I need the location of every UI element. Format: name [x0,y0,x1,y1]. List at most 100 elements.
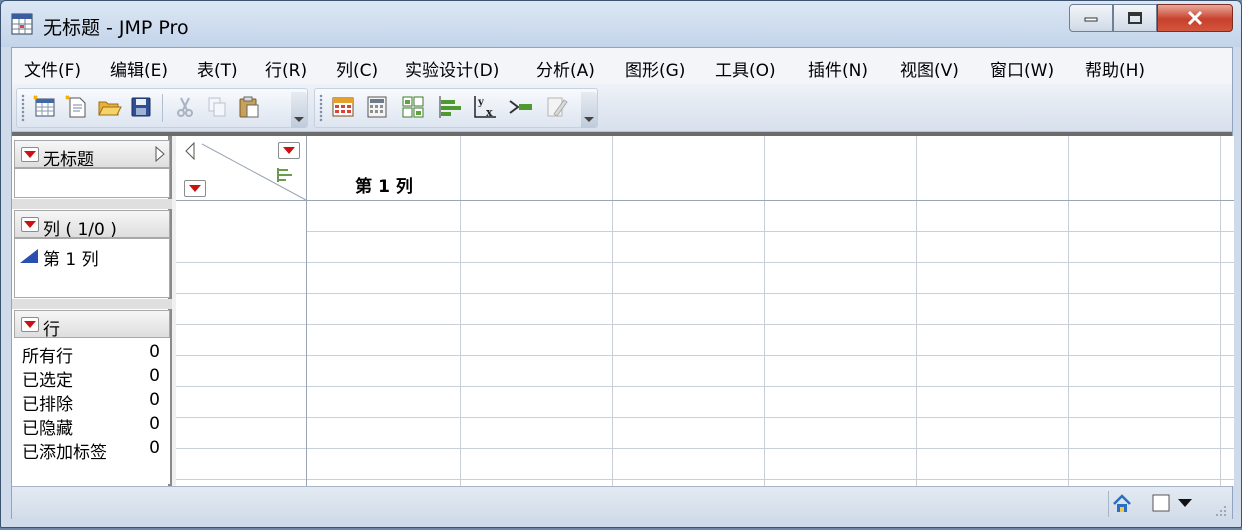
row-stat-value: 0 [149,342,160,362]
toolbar-grip[interactable] [21,94,25,122]
expand-right-icon[interactable] [155,146,165,162]
window-list-icon[interactable] [1152,494,1172,514]
columns-hotspot-grid[interactable] [278,142,300,159]
chevron-down-icon [294,117,304,122]
menu-cols[interactable]: 列(C) [336,56,378,81]
menu-doe[interactable]: 实验设计(D) [405,56,499,81]
fit-model-button[interactable] [508,94,534,120]
menu-file[interactable]: 文件(F) [24,56,81,81]
row-stat-label: 所有行 [22,347,73,367]
maximize-icon [1128,12,1142,24]
jmp-app-icon[interactable] [11,13,33,35]
distribution-button[interactable] [436,94,462,120]
menu-analyze[interactable]: 分析(A) [536,56,595,81]
data-table-button[interactable] [330,94,356,120]
fit-y-by-x-button[interactable]: y x [472,94,498,120]
edit-script-icon [547,97,568,117]
menu-graph[interactable]: 图形(G) [625,56,685,81]
toolbar-overflow-button[interactable] [581,92,597,128]
rows-hotspot[interactable] [21,317,39,332]
cut-button[interactable] [172,94,198,120]
columns-list: 第 1 列 [14,238,170,298]
new-data-table-icon [33,95,55,117]
copy-icon [208,97,226,117]
rows-label: 行 [43,320,60,340]
table-panel-header[interactable]: 无标题 [14,140,170,170]
menu-edit[interactable]: 编辑(E) [110,56,168,81]
new-script-icon [65,95,86,118]
column-header[interactable]: 第 1 列 [308,172,460,197]
edit-script-button[interactable] [544,94,570,120]
open-folder-icon [98,101,122,116]
panel-gap [12,299,172,309]
columns-hotspot[interactable] [21,217,39,232]
row-stat-label: 已排除 [22,395,73,415]
copy-button[interactable] [204,94,230,120]
columns-count-label: 列 ( 1/0 ) [43,220,117,240]
row-stat-value: 0 [149,414,160,434]
toolbar-separator [162,94,163,122]
app-window: 无标题 - JMP Pro 文件(F) 编辑(E) 表(T) 行(R) 列(C)… [0,0,1242,528]
minimize-icon [1084,17,1098,22]
summary-button[interactable] [364,94,390,120]
paste-button[interactable] [236,94,262,120]
svg-text:y: y [477,97,485,108]
red-triangle-icon [24,321,36,328]
red-triangle-icon [24,151,36,158]
menu-rows[interactable]: 行(R) [265,56,307,81]
status-bar [12,486,1232,520]
tabulate-button[interactable] [400,94,426,120]
fit-model-icon [509,100,532,114]
row-stat-value: 0 [149,366,160,386]
left-panel: 无标题 列 ( 1/0 ) 第 1 列 行 所有行 0 已选定 0 已排除 0 … [12,136,172,486]
panel-gap [12,199,172,209]
toolbar-overflow-button[interactable] [291,92,307,128]
columns-panel-header[interactable]: 列 ( 1/0 ) [14,210,170,240]
red-triangle-icon [24,221,36,228]
maximize-button[interactable] [1113,4,1157,32]
main-area: 文件(F) 编辑(E) 表(T) 行(R) 列(C) 实验设计(D) 分析(A)… [11,47,1234,520]
row-stat-label: 已选定 [22,371,73,391]
column-name: 第 1 列 [43,250,99,270]
toolbar: y x [12,84,1232,132]
menu-bar: 文件(F) 编辑(E) 表(T) 行(R) 列(C) 实验设计(D) 分析(A)… [12,48,1232,84]
continuous-icon [20,249,38,263]
home-icon[interactable] [1108,491,1136,517]
collapse-left-icon[interactable] [184,142,196,160]
toolbar-grip[interactable] [319,94,323,122]
new-data-table-button[interactable] [32,94,58,120]
close-icon [1187,10,1203,26]
menu-window[interactable]: 窗口(W) [990,56,1054,81]
save-icon [131,97,151,117]
rows-stats: 所有行 0 已选定 0 已排除 0 已隐藏 0 已添加标签 0 [14,338,170,484]
menu-tools[interactable]: 工具(O) [715,56,776,81]
new-script-button[interactable] [64,94,90,120]
resize-grip-icon[interactable] [1212,502,1228,518]
window-title: 无标题 - JMP Pro [43,17,189,39]
column-list-item[interactable]: 第 1 列 [19,245,159,270]
open-button[interactable] [96,94,122,120]
title-bar[interactable]: 无标题 - JMP Pro [1,1,1241,47]
row-stat-value: 0 [149,438,160,458]
red-triangle-icon [283,147,295,154]
menu-help[interactable]: 帮助(H) [1085,56,1145,81]
red-triangle-icon [189,185,201,192]
dropdown-icon[interactable] [1178,499,1192,509]
data-grid[interactable]: 第 1 列 [176,136,1234,486]
row-stat-label: 已添加标签 [22,443,107,463]
rows-hotspot-grid[interactable] [184,180,206,197]
rows-panel-header[interactable]: 行 [14,310,170,340]
tabulate-icon [402,96,424,118]
menu-addins[interactable]: 插件(N) [808,56,868,81]
distribution-icon [439,96,461,118]
column-switcher-icon[interactable] [276,166,294,184]
menu-table[interactable]: 表(T) [197,56,238,81]
save-button[interactable] [128,94,154,120]
minimize-button[interactable] [1069,4,1113,32]
close-button[interactable] [1157,4,1233,32]
row-stat-value: 0 [149,390,160,410]
row-stat-label: 已隐藏 [22,419,73,439]
menu-view[interactable]: 视图(V) [900,56,959,81]
table-hotspot[interactable] [21,147,39,162]
paste-icon [239,96,259,118]
